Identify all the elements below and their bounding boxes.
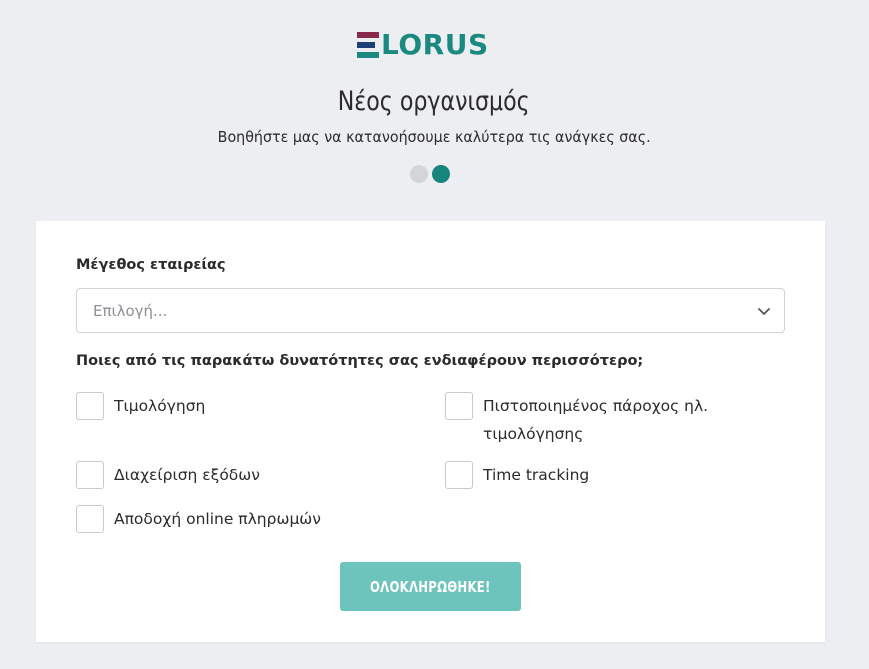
time-tracking-checkbox[interactable] — [445, 461, 473, 489]
step-indicator — [410, 165, 450, 183]
company-size-label: Μέγεθος εταιρείας — [76, 257, 226, 273]
organization-form-card: Μέγεθος εταιρείας Επιλογή... Ποιες από τ… — [36, 221, 825, 642]
expenses-label: Διαχείριση εξόδων — [114, 466, 260, 484]
complete-button[interactable]: ΟΛΟΚΛΗΡΩΘΗΚΕ! — [340, 562, 521, 611]
step-dot-2 — [432, 165, 450, 183]
features-question-label: Ποιες από τις παρακάτω δυνατότητες σας ε… — [76, 353, 644, 369]
complete-button-label: ΟΛΟΚΛΗΡΩΘΗΚΕ! — [370, 577, 491, 596]
feature-option-expenses[interactable]: Διαχείριση εξόδων — [76, 461, 260, 489]
page-title: Νέος οργανισμός — [337, 86, 530, 117]
online-payments-label: Αποδοχή online πληρωμών — [114, 510, 321, 528]
company-size-placeholder: Επιλογή... — [93, 301, 168, 320]
invoicing-label: Τιμολόγηση — [114, 397, 206, 415]
feature-option-time-tracking[interactable]: Time tracking — [445, 461, 589, 489]
elorus-logo: LORUS — [357, 30, 489, 60]
invoicing-checkbox[interactable] — [76, 392, 104, 420]
feature-option-einvoicing-provider[interactable]: Πιστοποιημένος πάροχος ηλ. τιμολόγησης — [445, 392, 785, 448]
einvoicing-provider-checkbox[interactable] — [445, 392, 473, 420]
logo-wordmark: LORUS — [381, 28, 489, 61]
time-tracking-label: Time tracking — [483, 466, 590, 484]
page-subtitle: Βοηθήστε μας να κατανοήσουμε καλύτερα τι… — [217, 128, 651, 146]
expenses-checkbox[interactable] — [76, 461, 104, 489]
feature-option-invoicing[interactable]: Τιμολόγηση — [76, 392, 205, 420]
chevron-down-icon — [758, 308, 770, 315]
feature-option-online-payments[interactable]: Αποδοχή online πληρωμών — [76, 505, 321, 533]
step-dot-1 — [410, 165, 428, 183]
einvoicing-provider-label: Πιστοποιημένος πάροχος ηλ. τιμολόγησης — [483, 397, 709, 443]
online-payments-checkbox[interactable] — [76, 505, 104, 533]
logo-e-mark — [357, 32, 379, 58]
company-size-select[interactable]: Επιλογή... — [76, 288, 785, 333]
